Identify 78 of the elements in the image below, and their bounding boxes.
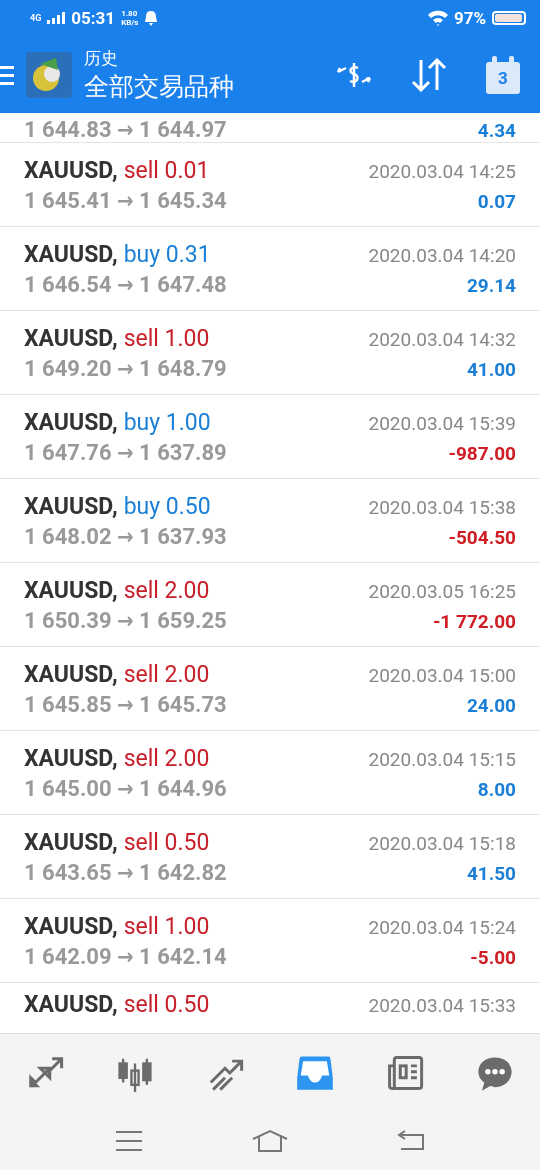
wifi-icon [427, 10, 448, 26]
price-range: 1 645.85 → 1 645.73 [24, 691, 227, 717]
battery-icon [492, 11, 526, 25]
speed-value: 1.80 [121, 9, 139, 18]
symbol-name: XAUUSD, [24, 991, 118, 1018]
symbol-name: XAUUSD, [24, 912, 118, 940]
symbol-name: XAUUSD, [24, 492, 118, 520]
symbol-name: XAUUSD, [24, 660, 118, 688]
trade-row[interactable]: XAUUSD, sell 1.00 2020.03.04 15:24 1 642.09 → 1 642.14 -5.00 [0, 899, 540, 983]
trade-time: 2020.03.04 14:25 [368, 159, 516, 183]
price-range: 1 644.83 → 1 644.97 [24, 117, 227, 142]
screen-title: 历史 [84, 46, 119, 70]
symbol-name: XAUUSD, [24, 324, 118, 352]
profit-value: -504.50 [448, 525, 516, 549]
signal-icon [47, 12, 66, 24]
trade-row[interactable]: XAUUSD, buy 0.31 2020.03.04 14:20 1 646.54 → 1 647.48 29.14 [0, 227, 540, 311]
profit-value: 41.00 [466, 357, 516, 381]
symbol-name: XAUUSD, [24, 828, 118, 856]
profit-value: 8.00 [477, 777, 516, 801]
symbol-filter[interactable]: 全部交易品种 [84, 69, 234, 103]
price-range: 1 645.00 → 1 644.96 [24, 775, 227, 801]
symbol-name: XAUUSD, [24, 156, 118, 184]
trade-row[interactable]: XAUUSD, buy 1.00 2020.03.04 15:39 1 647.76 → 1 637.89 -987.00 [0, 395, 540, 479]
price-range: 1 650.39 → 1 659.25 [24, 607, 227, 633]
trade-row[interactable]: XAUUSD, buy 0.50 2020.03.04 15:38 1 648.02 → 1 637.93 -504.50 [0, 479, 540, 563]
order-type: sell 2.00 [123, 660, 210, 688]
network-type: 4G [30, 13, 42, 23]
symbol-name: XAUUSD, [24, 240, 118, 268]
battery-percent: 97% [453, 8, 486, 28]
trade-row[interactable]: XAUUSD, sell 2.00 2020.03.05 16:25 1 650.39 → 1 659.25 -1 772.00 [0, 563, 540, 647]
profit-value: 24.00 [466, 693, 516, 717]
symbol-name: XAUUSD, [24, 744, 118, 772]
trade-row[interactable]: XAUUSD, sell 2.00 2020.03.04 15:15 1 645.00 → 1 644.96 8.00 [0, 731, 540, 815]
trade-time: 2020.03.04 15:24 [368, 915, 516, 939]
clock: 05:31 [71, 8, 116, 28]
profit-value: -987.00 [448, 441, 516, 465]
trade-time: 2020.03.04 15:39 [368, 411, 516, 435]
price-range: 1 642.09 → 1 642.14 [24, 943, 227, 969]
price-range: 1 645.41 → 1 645.34 [24, 187, 227, 213]
trade-time: 2020.03.04 15:00 [368, 663, 516, 687]
profit-value: -5.00 [470, 945, 516, 969]
order-type: sell 2.00 [123, 744, 210, 772]
order-type: sell 0.01 [123, 156, 210, 184]
price-range: 1 648.02 → 1 637.93 [24, 523, 227, 549]
trade-row[interactable]: XAUUSD, sell 2.00 2020.03.04 15:00 1 645.85 → 1 645.73 24.00 [0, 647, 540, 731]
order-type: sell 2.00 [123, 576, 210, 604]
order-type: sell 0.50 [123, 991, 210, 1018]
price-range: 1 647.76 → 1 637.89 [24, 439, 227, 465]
app-logo-icon [26, 51, 72, 98]
price-range: 1 646.54 → 1 647.48 [24, 271, 227, 297]
trade-time: 2020.03.04 15:33 [368, 994, 516, 1017]
symbol-name: XAUUSD, [24, 408, 118, 436]
sort-icon[interactable] [410, 57, 448, 92]
trade-time: 2020.03.05 16:25 [368, 579, 516, 603]
trade-row[interactable]: XAUUSD, sell 0.01 2020.03.04 14:25 1 645.41 → 1 645.34 0.07 [0, 143, 540, 227]
trade-time: 2020.03.04 15:15 [368, 747, 516, 771]
trade-time: 2020.03.04 14:32 [368, 327, 516, 351]
price-range: 1 643.65 → 1 642.82 [24, 859, 227, 885]
order-type: sell 1.00 [123, 324, 210, 352]
order-type: buy 1.00 [123, 408, 211, 436]
trade-time: 2020.03.04 15:18 [368, 831, 516, 855]
order-type: sell 0.50 [123, 828, 210, 856]
profit-value: 29.14 [466, 273, 516, 297]
order-type: buy 0.31 [123, 240, 211, 268]
trade-row[interactable]: XAUUSD, sell 1.00 2020.03.04 14:32 1 649.20 → 1 648.79 41.00 [0, 311, 540, 395]
profit-value: 4.34 [477, 119, 516, 142]
order-type: sell 1.00 [123, 912, 210, 940]
profit-value: 41.50 [466, 861, 516, 885]
speed-unit: KB/s [121, 18, 139, 27]
order-type: buy 0.50 [123, 492, 211, 520]
trade-row[interactable]: XAUUSD, sell 0.50 2020.03.04 15:18 1 643.65 → 1 642.82 41.50 [0, 815, 540, 899]
price-range: 1 649.20 → 1 648.79 [24, 355, 227, 381]
bell-icon [144, 10, 159, 26]
trade-time: 2020.03.04 15:38 [368, 495, 516, 519]
profit-value: 0.07 [477, 189, 516, 213]
trade-time: 2020.03.04 14:20 [368, 243, 516, 267]
symbol-name: XAUUSD, [24, 576, 118, 604]
profit-value: -1 772.00 [432, 609, 516, 633]
